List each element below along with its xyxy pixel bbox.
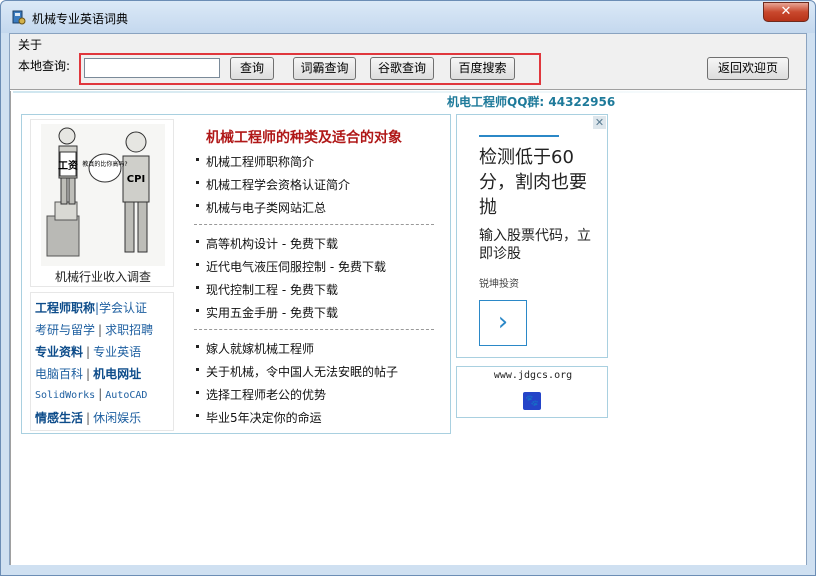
ad-subtitle[interactable]: 输入股票代码，立即诊股: [479, 227, 599, 263]
article-title[interactable]: 机械工程师的种类及适合的对象: [206, 127, 402, 147]
links-row-5: SolidWorks | AutoCAD: [35, 387, 147, 401]
divider: [194, 224, 434, 225]
local-query-label: 本地查询:: [18, 59, 71, 73]
search-toolbar: 本地查询: 查询 词霸查询 谷歌查询 百度搜索 返回欢迎页: [10, 52, 806, 90]
list-item[interactable]: 机械工程学会资格认证简介: [194, 176, 434, 199]
link-separator: |: [98, 323, 103, 337]
download-list: 高等机构设计 - 免费下载 近代电气液压伺服控制 - 免费下载 现代控制工程 -…: [194, 235, 434, 327]
link-emotion[interactable]: 情感生活: [35, 411, 83, 425]
ad-accent-line: [479, 135, 559, 137]
client-area: 关于 本地查询: 查询 词霸查询 谷歌查询 百度搜索 返回欢迎页 机电工程师QQ…: [9, 33, 807, 567]
cartoon-label-left: 工资: [58, 159, 78, 172]
link-separator: |: [86, 367, 91, 381]
qq-group-text: 机电工程师QQ群: 44322956: [447, 95, 616, 109]
link-leisure[interactable]: 休闲娱乐: [93, 411, 141, 425]
query-button[interactable]: 查询: [230, 57, 274, 80]
link-study-abroad[interactable]: 考研与留学: [35, 323, 95, 337]
link-computer[interactable]: 电脑百科: [35, 367, 83, 381]
income-survey-card[interactable]: 工资 CPI 教真的比你高吗? 机械行业收入调查: [30, 119, 174, 287]
window-frame-bottom: [1, 565, 815, 575]
window-title: 机械专业英语词典: [32, 12, 129, 26]
links-row-4: 电脑百科 | 机电网址: [35, 365, 141, 382]
links-row-2: 考研与留学 | 求职招聘: [35, 321, 153, 338]
link-separator: |: [98, 387, 103, 401]
cartoon-label-right: CPI: [127, 174, 145, 185]
cartoon-image[interactable]: 工资 CPI 教真的比你高吗?: [41, 124, 165, 266]
welcome-page: 机电工程师QQ群: 44322956 工资 CPI 教真的比你高吗? 机械行业收…: [10, 91, 806, 566]
list-item[interactable]: 现代控制工程 - 免费下载: [194, 281, 434, 304]
category-links: 工程师职称|学会认证 考研与留学 | 求职招聘 专业资料 | 专业英语 电脑百科 | 机电网…: [30, 292, 174, 431]
link-society-cert[interactable]: |学会认证: [95, 301, 147, 315]
ad-close-icon[interactable]: ✕: [593, 116, 606, 129]
article-list-1: 机械工程师职称简介 机械工程学会资格认证简介 机械与电子类网站汇总: [194, 153, 434, 222]
links-row-1: 工程师职称|学会认证: [35, 299, 147, 316]
divider: [194, 329, 434, 330]
search-input[interactable]: [84, 58, 220, 78]
article-list-2: 嫁人就嫁机械工程师 关于机械，令中国人无法安眠的帖子 选择工程师老公的优势 毕业…: [194, 340, 434, 432]
link-autocad[interactable]: AutoCAD: [105, 390, 147, 401]
list-item[interactable]: 毕业5年决定你的命运: [194, 409, 434, 432]
link-materials[interactable]: 专业资料: [35, 345, 83, 359]
link-engineer-title[interactable]: 工程师职称: [35, 301, 95, 315]
site-badge-panel: www.jdgcs.org 🐾: [456, 366, 608, 418]
link-separator: |: [86, 411, 91, 425]
link-jobs[interactable]: 求职招聘: [105, 323, 153, 337]
google-query-button[interactable]: 谷歌查询: [370, 57, 434, 80]
list-item[interactable]: 选择工程师老公的优势: [194, 386, 434, 409]
close-button[interactable]: ✕: [763, 2, 809, 22]
link-solidworks[interactable]: SolidWorks: [35, 390, 95, 401]
title-bar[interactable]: 机械专业英语词典 ✕: [1, 1, 815, 33]
back-to-welcome-button[interactable]: 返回欢迎页: [707, 57, 789, 80]
ad-headline[interactable]: 检测低于60分，割肉也要抛: [479, 145, 599, 220]
page-divider: [13, 91, 805, 93]
list-item[interactable]: 关于机械，令中国人无法安眠的帖子: [194, 363, 434, 386]
baidu-search-button[interactable]: 百度搜索: [450, 57, 515, 80]
app-window: 机械专业英语词典 ✕ 关于 本地查询: 查询 词霸查询 谷歌查询 百度搜索 返回…: [0, 0, 816, 576]
links-row-3: 专业资料 | 专业英语: [35, 343, 141, 360]
cartoon-speech: 教真的比你高吗?: [82, 160, 127, 168]
link-separator: |: [86, 345, 91, 359]
menu-about[interactable]: 关于: [18, 36, 42, 53]
content-panel: 工资 CPI 教真的比你高吗? 机械行业收入调查 工程师职称|学会认证 考研与留…: [21, 114, 451, 434]
chevron-right-icon[interactable]: ›: [479, 300, 527, 346]
list-item[interactable]: 近代电气液压伺服控制 - 免费下载: [194, 258, 434, 281]
app-icon: [12, 10, 26, 25]
ad-panel[interactable]: ✕ 检测低于60分，割肉也要抛 输入股票代码，立即诊股 锐坤投资 ›: [456, 114, 608, 358]
list-item[interactable]: 实用五金手册 - 免费下载: [194, 304, 434, 327]
ciba-query-button[interactable]: 词霸查询: [293, 57, 356, 80]
list-item[interactable]: 机械与电子类网站汇总: [194, 199, 434, 222]
link-english[interactable]: 专业英语: [93, 345, 141, 359]
baidu-paw-icon[interactable]: 🐾: [523, 392, 541, 410]
list-item[interactable]: 嫁人就嫁机械工程师: [194, 340, 434, 363]
cartoon-caption[interactable]: 机械行业收入调查: [31, 268, 175, 285]
links-row-6: 情感生活 | 休闲娱乐: [35, 409, 141, 426]
list-item[interactable]: 机械工程师职称简介: [194, 153, 434, 176]
menu-bar: 关于: [10, 34, 806, 52]
link-mech-sites[interactable]: 机电网址: [93, 367, 141, 381]
site-domain[interactable]: www.jdgcs.org: [457, 370, 609, 381]
list-item[interactable]: 高等机构设计 - 免费下载: [194, 235, 434, 258]
ad-brand: 锐坤投资: [479, 279, 519, 290]
